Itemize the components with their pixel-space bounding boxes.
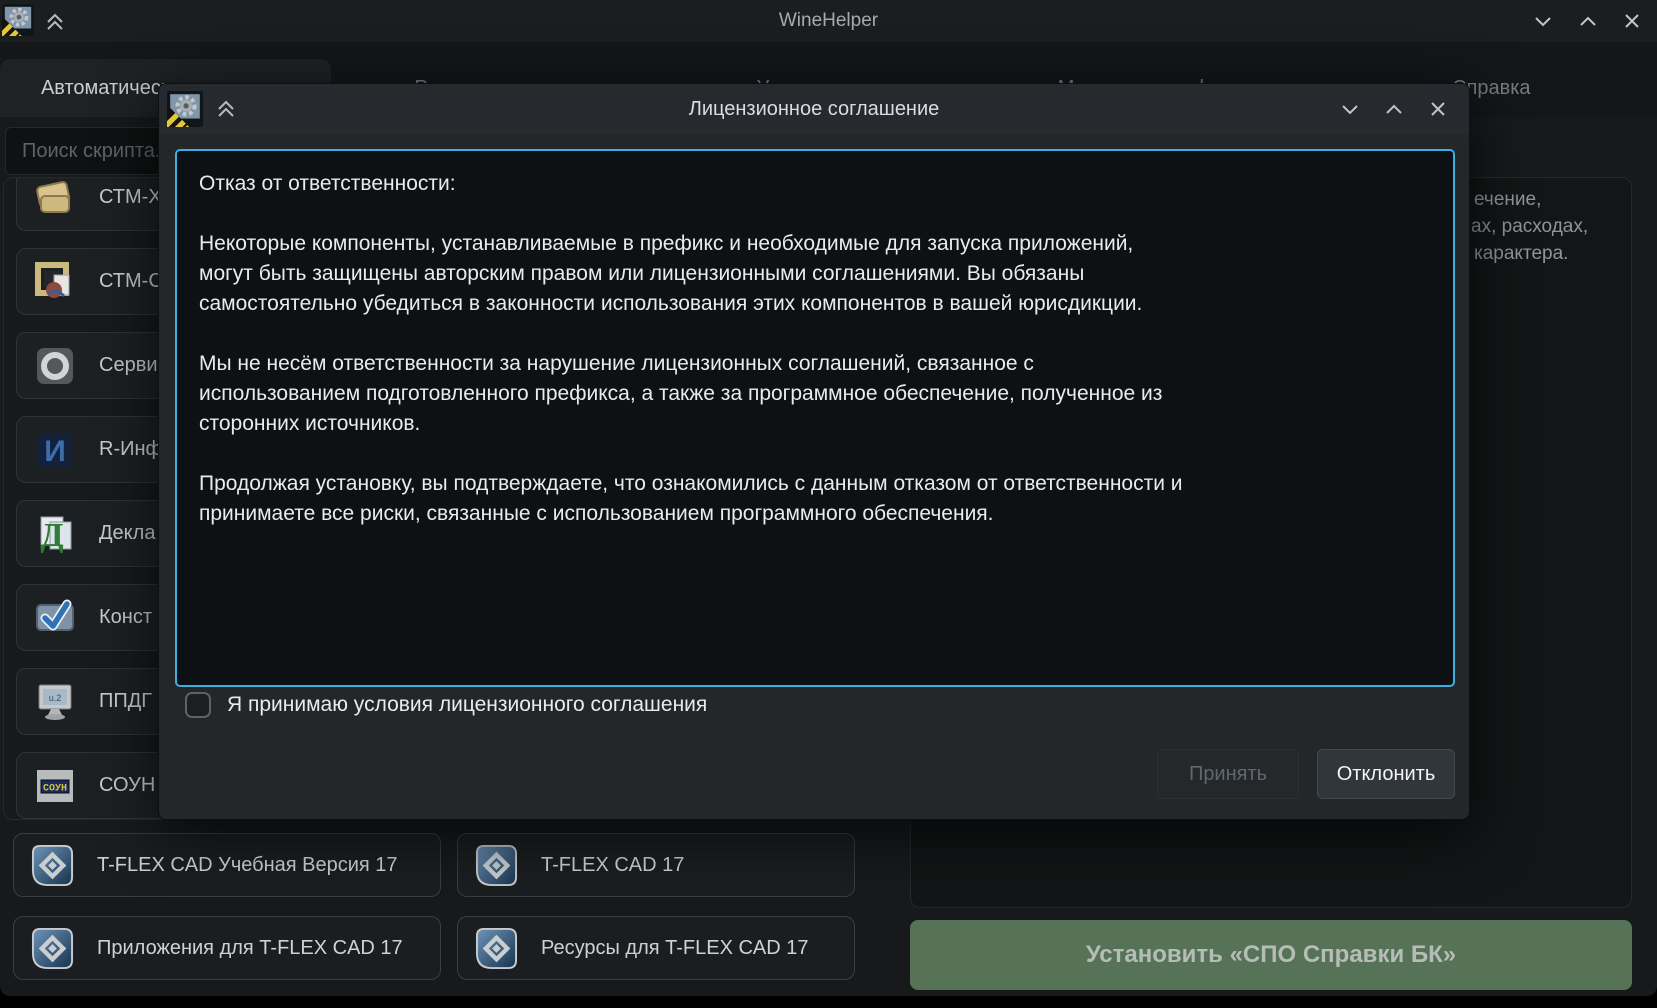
- accept-terms-row: Я принимаю условия лицензионного соглаше…: [185, 691, 707, 719]
- tflex-icon: [475, 844, 518, 887]
- description-text-fragment: ах, расходах,: [1471, 216, 1588, 238]
- svg-text:Д: Д: [40, 517, 63, 554]
- close-icon[interactable]: [1427, 98, 1449, 120]
- script-label: СТМ-С: [99, 270, 163, 293]
- script-label: СТМ-Х: [99, 186, 162, 209]
- svg-text:u.2: u.2: [49, 693, 62, 703]
- checkmark-monitor-icon: [33, 596, 77, 640]
- license-text-area[interactable]: Отказ от ответственности: Некоторые комп…: [175, 149, 1455, 687]
- license-agreement-dialog: Лицензионное соглашение Отказ от ответст…: [158, 83, 1470, 820]
- script-label: Конст: [99, 606, 152, 629]
- button-label: T-FLEX CAD Учебная Версия 17: [97, 854, 398, 877]
- accept-terms-label: Я принимаю условия лицензионного соглаше…: [227, 693, 707, 717]
- decline-button[interactable]: Отклонить: [1317, 749, 1455, 799]
- soun-badge-icon: СОУН: [33, 764, 77, 808]
- dialog-title: Лицензионное соглашение: [159, 84, 1469, 134]
- tflex-cad-edu-button[interactable]: T-FLEX CAD Учебная Версия 17: [13, 833, 441, 897]
- close-icon[interactable]: [1621, 10, 1643, 32]
- picture-frame-icon: [33, 260, 77, 304]
- button-label: T-FLEX CAD 17: [541, 854, 684, 877]
- script-label: Серви: [99, 354, 158, 377]
- license-paragraph: Некоторые компоненты, устанавливаемые в …: [199, 229, 1189, 319]
- desktop: WineHelper Автоматическая установка Ручн…: [0, 0, 1657, 1008]
- letter-i-icon: И: [33, 428, 77, 472]
- dialog-titlebar: Лицензионное соглашение: [159, 84, 1469, 134]
- window-title: WineHelper: [0, 0, 1657, 42]
- button-label: Ресурсы для T-FLEX CAD 17: [541, 937, 809, 960]
- folder-icon: [33, 177, 77, 220]
- script-label: СОУН: [99, 774, 155, 797]
- script-label: ППДГ: [99, 690, 152, 713]
- documents-d-icon: Д: [33, 512, 77, 556]
- accept-terms-checkbox[interactable]: [185, 692, 211, 718]
- tflex-resources-button[interactable]: Ресурсы для T-FLEX CAD 17: [457, 916, 855, 980]
- gray-ring-icon: [33, 344, 77, 388]
- svg-text:И: И: [44, 435, 66, 468]
- maximize-icon[interactable]: [1383, 98, 1405, 120]
- license-paragraph: Продолжая установку, вы подтверждаете, ч…: [199, 469, 1189, 529]
- svg-text:СОУН: СОУН: [43, 783, 67, 794]
- main-titlebar: WineHelper: [0, 0, 1657, 42]
- accept-button[interactable]: Принять: [1157, 749, 1299, 799]
- script-label: Декла: [99, 522, 155, 545]
- tflex-icon: [31, 844, 74, 887]
- license-paragraph: Мы не несём ответственности за нарушение…: [199, 349, 1189, 439]
- tflex-cad-button[interactable]: T-FLEX CAD 17: [457, 833, 855, 897]
- monitor-icon: u.2: [33, 680, 77, 724]
- install-spo-spravki-bk-button[interactable]: Установить «СПО Справки БК»: [910, 920, 1632, 990]
- minimize-icon[interactable]: [1339, 98, 1361, 120]
- tflex-apps-button[interactable]: Приложения для T-FLEX CAD 17: [13, 916, 441, 980]
- tflex-icon: [31, 927, 74, 970]
- description-text-fragment: карактера.: [1474, 243, 1568, 265]
- minimize-icon[interactable]: [1532, 10, 1554, 32]
- tflex-icon: [475, 927, 518, 970]
- script-label: R-Инф: [99, 438, 162, 461]
- maximize-icon[interactable]: [1577, 10, 1599, 32]
- description-text-fragment: ечение,: [1474, 189, 1541, 211]
- button-label: Приложения для T-FLEX CAD 17: [97, 937, 403, 960]
- license-paragraph: Отказ от ответственности:: [199, 169, 1189, 199]
